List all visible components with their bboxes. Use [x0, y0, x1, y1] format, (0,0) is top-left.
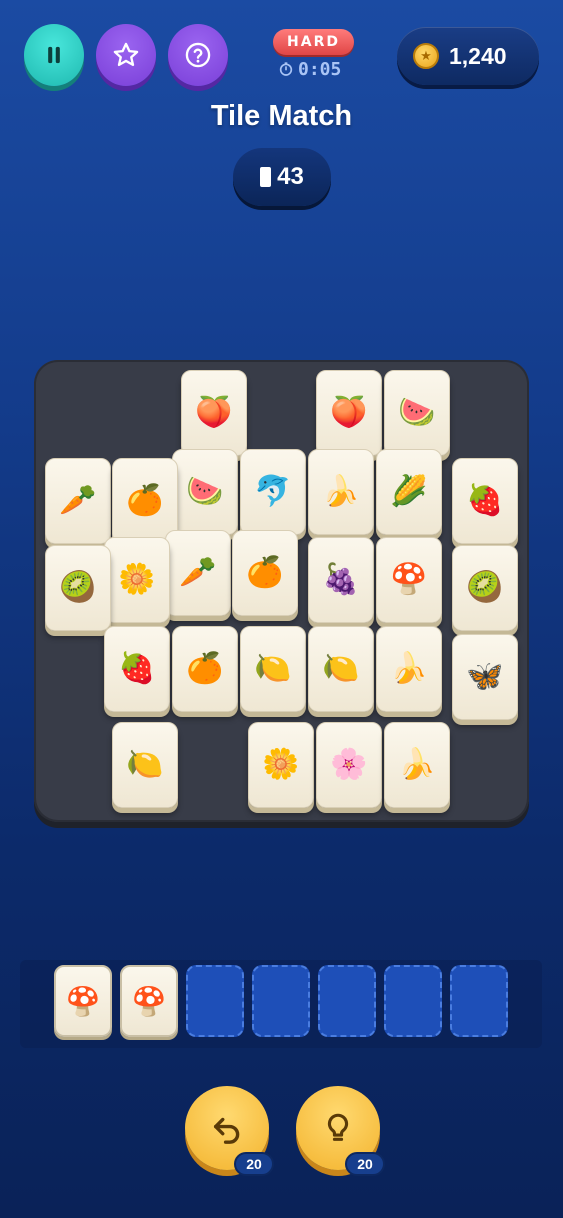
help-icon: [185, 42, 211, 68]
hint-count-badge: 20: [345, 1152, 385, 1176]
tray-slot-empty: [318, 965, 376, 1037]
timer-value: 0:05: [298, 58, 342, 80]
page-title: Tile Match: [210, 100, 353, 132]
tile-banana[interactable]: 🍌: [384, 722, 450, 808]
help-button[interactable]: [168, 24, 228, 86]
timer: 0:05: [278, 58, 341, 80]
tile-daisy[interactable]: 🌼: [104, 537, 170, 623]
tile-mushroom[interactable]: 🍄: [376, 537, 442, 623]
tile-strawberry[interactable]: 🍓: [452, 458, 518, 544]
tray-slot-empty: [384, 965, 442, 1037]
star-icon: [113, 42, 139, 67]
tile-dolphin[interactable]: 🐬: [240, 449, 306, 535]
tile-grapes[interactable]: 🍇: [308, 537, 374, 623]
tile-peach[interactable]: 🍑: [181, 370, 247, 456]
coin-value: 1,240: [449, 42, 507, 69]
coin-icon: ★: [413, 43, 439, 69]
tile-banana[interactable]: 🍌: [376, 626, 442, 712]
tile-carrot[interactable]: 🥕: [45, 458, 111, 544]
pause-icon: [48, 46, 60, 64]
star-button[interactable]: [96, 24, 156, 86]
tile-lemon[interactable]: 🍋: [308, 626, 374, 712]
tile-butterfly[interactable]: 🦋: [452, 634, 518, 720]
tile-lemon[interactable]: 🍋: [112, 722, 178, 808]
tiles-remaining-counter: 43: [233, 148, 331, 206]
undo-count-badge: 20: [234, 1152, 274, 1176]
tile-carrot[interactable]: 🥕: [165, 530, 231, 616]
tile-strawberry[interactable]: 🍓: [104, 626, 170, 712]
tile-orange[interactable]: 🍊: [232, 530, 298, 616]
tray-slot-empty: [450, 965, 508, 1037]
tile-peach[interactable]: 🍑: [316, 370, 382, 456]
tile-watermelon[interactable]: 🍉: [384, 370, 450, 456]
tile-orange[interactable]: 🍊: [172, 626, 238, 712]
tile-blossom[interactable]: 🌸: [316, 722, 382, 808]
tile-kiwi[interactable]: 🥝: [452, 545, 518, 631]
lightbulb-icon: [327, 1113, 349, 1141]
tile-banana[interactable]: 🍌: [308, 449, 374, 535]
tray-slot-filled: 🍄: [54, 965, 112, 1037]
clock-icon: [279, 62, 293, 76]
tray-slot-empty: [252, 965, 310, 1037]
tile-kiwi[interactable]: 🥝: [45, 545, 111, 631]
tray-slot-empty: [186, 965, 244, 1037]
tile-corn[interactable]: 🌽: [376, 449, 442, 535]
tray-slot-filled: 🍄: [120, 965, 178, 1037]
undo-icon: [213, 1117, 240, 1144]
coin-balance[interactable]: ★ 1,240: [397, 27, 539, 85]
pause-button[interactable]: [24, 24, 84, 86]
difficulty-badge: HARD: [273, 29, 354, 55]
tile-watermelon[interactable]: 🍉: [172, 449, 238, 535]
tile-lemon[interactable]: 🍋: [240, 626, 306, 712]
tile-icon: [260, 167, 272, 187]
tiles-remaining-value: 43: [277, 163, 304, 190]
tile-daisy[interactable]: 🌼: [248, 722, 314, 808]
